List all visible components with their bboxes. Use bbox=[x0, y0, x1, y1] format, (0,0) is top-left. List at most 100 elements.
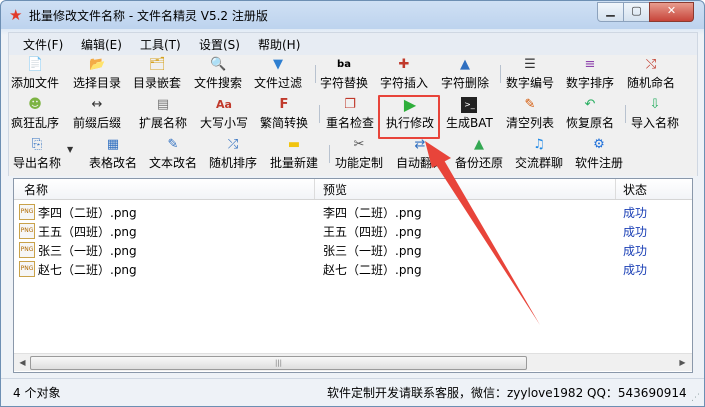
menu-tools[interactable]: 工具(T) bbox=[140, 36, 181, 53]
software-register-button[interactable]: ⚙ 软件注册 bbox=[575, 137, 623, 171]
star-app-icon: ★ bbox=[9, 6, 23, 24]
select-folder-button[interactable]: 📂 选择目录 bbox=[73, 57, 121, 91]
file-name: 赵七（二班）.png bbox=[38, 263, 137, 277]
add-file-button[interactable]: 📄 添加文件 bbox=[11, 57, 59, 91]
table-row[interactable]: PNG 王五（四班）.png 王五（四班）.png 成功 bbox=[14, 221, 692, 240]
title-bar: ★ 批量修改文件名称 - 文件名精灵 V5.2 注册版 ▁ ▢ ✕ bbox=[1, 1, 704, 31]
group-chat-button[interactable]: ♫ 交流群聊 bbox=[515, 137, 563, 171]
file-list[interactable]: 名称 预览 状态 PNG 李四（二班）.png 李四（二班）.png 成功 PN… bbox=[13, 178, 693, 373]
maximize-button[interactable]: ▢ bbox=[623, 2, 650, 22]
window-title: 批量修改文件名称 - 文件名精灵 V5.2 注册版 bbox=[29, 9, 268, 23]
horizontal-scrollbar[interactable]: ◀ ||| ▶ bbox=[14, 353, 692, 371]
eraser-icon: ▲ bbox=[460, 57, 470, 72]
generate-bat-button[interactable]: >_ 生成BAT bbox=[446, 97, 493, 131]
replace-chars-button[interactable]: ba 字符替换 bbox=[320, 57, 368, 91]
terminal-icon: >_ bbox=[461, 97, 478, 113]
clear-list-button[interactable]: ✎ 清空列表 bbox=[506, 97, 554, 131]
export-icon: ⎘ bbox=[31, 137, 43, 152]
menu-help[interactable]: 帮助(H) bbox=[258, 36, 300, 53]
translate-icon: ⇄ bbox=[414, 137, 426, 152]
folder-icon: 📂 bbox=[89, 57, 106, 72]
file-search-button[interactable]: 🔍 文件搜索 bbox=[194, 57, 242, 91]
table-rename-button[interactable]: ▦ 表格改名 bbox=[89, 137, 137, 171]
contact-info: 软件定制开发请联系客服，微信：zyylove1982 QQ：543690914 bbox=[327, 386, 687, 400]
column-header-status[interactable]: 状态 bbox=[623, 181, 647, 198]
minimize-button[interactable]: ▁ bbox=[597, 2, 624, 22]
auto-translate-button[interactable]: ⇄ 自动翻译 bbox=[396, 137, 444, 171]
scroll-left-icon[interactable]: ◀ bbox=[16, 356, 29, 369]
table-row[interactable]: PNG 张三（一班）.png 张三（一班）.png 成功 bbox=[14, 240, 692, 259]
text-rename-button[interactable]: ✎ 文本改名 bbox=[149, 137, 197, 171]
tools-icon: ✂ bbox=[353, 137, 365, 152]
prefix-suffix-button[interactable]: ↔ 前缀后缀 bbox=[73, 97, 121, 131]
undo-icon: ↶ bbox=[584, 97, 596, 112]
file-preview: 王五（四班）.png bbox=[323, 225, 422, 239]
printer-icon: ▤ bbox=[156, 97, 170, 112]
table-row[interactable]: PNG 赵七（二班）.png 赵七（二班）.png 成功 bbox=[14, 259, 692, 278]
drive-icon: ▲ bbox=[474, 137, 484, 152]
gear-icon: ⚙ bbox=[593, 137, 605, 152]
restore-name-button[interactable]: ↶ 恢复原名 bbox=[566, 97, 614, 131]
new-folder-icon: ▬ bbox=[287, 137, 301, 152]
duplicate-check-button[interactable]: ❐ 重名检查 bbox=[326, 97, 374, 131]
crazy-shuffle-button[interactable]: ☻ 疯狂乱序 bbox=[11, 97, 59, 131]
table-icon: ▦ bbox=[106, 137, 120, 152]
png-file-icon: PNG bbox=[19, 242, 35, 258]
file-preview: 赵七（二班）.png bbox=[323, 263, 422, 277]
toolbar-separator bbox=[315, 65, 316, 83]
menu-settings[interactable]: 设置(S) bbox=[199, 36, 240, 53]
object-count: 4 个对象 bbox=[13, 386, 61, 400]
close-button[interactable]: ✕ bbox=[649, 2, 694, 22]
number-sequence-button[interactable]: ☰ 数字编号 bbox=[506, 57, 554, 91]
insert-chars-button[interactable]: ✚ 字符插入 bbox=[380, 57, 428, 91]
column-divider[interactable] bbox=[615, 179, 616, 199]
menu-edit[interactable]: 编辑(E) bbox=[81, 36, 122, 53]
backup-restore-button[interactable]: ▲ 备份还原 bbox=[455, 137, 503, 171]
delete-chars-button[interactable]: ▲ 字符删除 bbox=[441, 57, 489, 91]
duplicate-icon: ❐ bbox=[344, 97, 356, 112]
file-preview: 李四（二班）.png bbox=[323, 206, 422, 220]
custom-feature-button[interactable]: ✂ 功能定制 bbox=[335, 137, 383, 171]
scrollbar-thumb[interactable]: ||| bbox=[30, 356, 527, 370]
chevron-down-icon[interactable]: ▼ bbox=[67, 145, 73, 154]
status-bar: 4 个对象 软件定制开发请联系客服，微信：zyylove1982 QQ：5436… bbox=[1, 378, 704, 406]
numbered-list-icon: ☰ bbox=[524, 57, 536, 72]
filter-icon: ▼ bbox=[273, 57, 283, 72]
random-sort-icon: ⤮ bbox=[227, 137, 239, 152]
extension-name-button[interactable]: ▤ 扩展名称 bbox=[139, 97, 187, 131]
export-names-button[interactable]: ⎘ 导出名称 bbox=[13, 137, 61, 171]
menu-file[interactable]: 文件(F) bbox=[23, 36, 63, 53]
replace-ab-icon: ba bbox=[337, 59, 351, 70]
app-window: ★ 批量修改文件名称 - 文件名精灵 V5.2 注册版 ▁ ▢ ✕ 文件(F) … bbox=[0, 0, 705, 407]
nested-folder-button[interactable]: 🗂 目录嵌套 bbox=[133, 57, 181, 91]
file-name: 李四（二班）.png bbox=[38, 206, 137, 220]
file-status: 成功 bbox=[623, 206, 648, 220]
number-sort-button[interactable]: ≡ 数字排序 bbox=[566, 57, 614, 91]
left-right-arrow-icon: ↔ bbox=[91, 97, 103, 112]
random-name-button[interactable]: ⤭ 随机命名 bbox=[627, 57, 675, 91]
table-row[interactable]: PNG 李四（二班）.png 李四（二班）.png 成功 bbox=[14, 202, 692, 221]
file-status: 成功 bbox=[623, 244, 648, 258]
column-header-preview[interactable]: 预览 bbox=[323, 181, 347, 198]
traditional-simplified-button[interactable]: F 繁简转换 bbox=[260, 97, 308, 131]
file-name: 王五（四班）.png bbox=[38, 225, 137, 239]
import-names-button[interactable]: ⇩ 导入名称 bbox=[631, 97, 679, 131]
insert-icon: ✚ bbox=[398, 57, 410, 72]
resize-grip-icon[interactable]: ⋰ bbox=[691, 393, 700, 403]
frog-icon: ☻ bbox=[28, 97, 42, 112]
column-header-name[interactable]: 名称 bbox=[24, 181, 48, 198]
batch-create-button[interactable]: ▬ 批量新建 bbox=[270, 137, 318, 171]
file-filter-button[interactable]: ▼ 文件过滤 bbox=[254, 57, 302, 91]
column-divider[interactable] bbox=[314, 179, 315, 199]
scroll-right-icon[interactable]: ▶ bbox=[676, 356, 689, 369]
toolbar-separator bbox=[625, 105, 626, 123]
file-status: 成功 bbox=[623, 263, 648, 277]
random-sort-button[interactable]: ⤮ 随机排序 bbox=[209, 137, 257, 171]
add-file-icon: 📄 bbox=[27, 57, 44, 72]
menu-bar: 文件(F) 编辑(E) 工具(T) 设置(S) 帮助(H) bbox=[8, 32, 698, 56]
shuffle-icon: ⤭ bbox=[645, 57, 657, 72]
file-status: 成功 bbox=[623, 225, 648, 239]
import-icon: ⇩ bbox=[649, 97, 661, 112]
case-convert-button[interactable]: Aa 大写小写 bbox=[200, 97, 248, 131]
sort-list-icon: ≡ bbox=[584, 57, 596, 72]
